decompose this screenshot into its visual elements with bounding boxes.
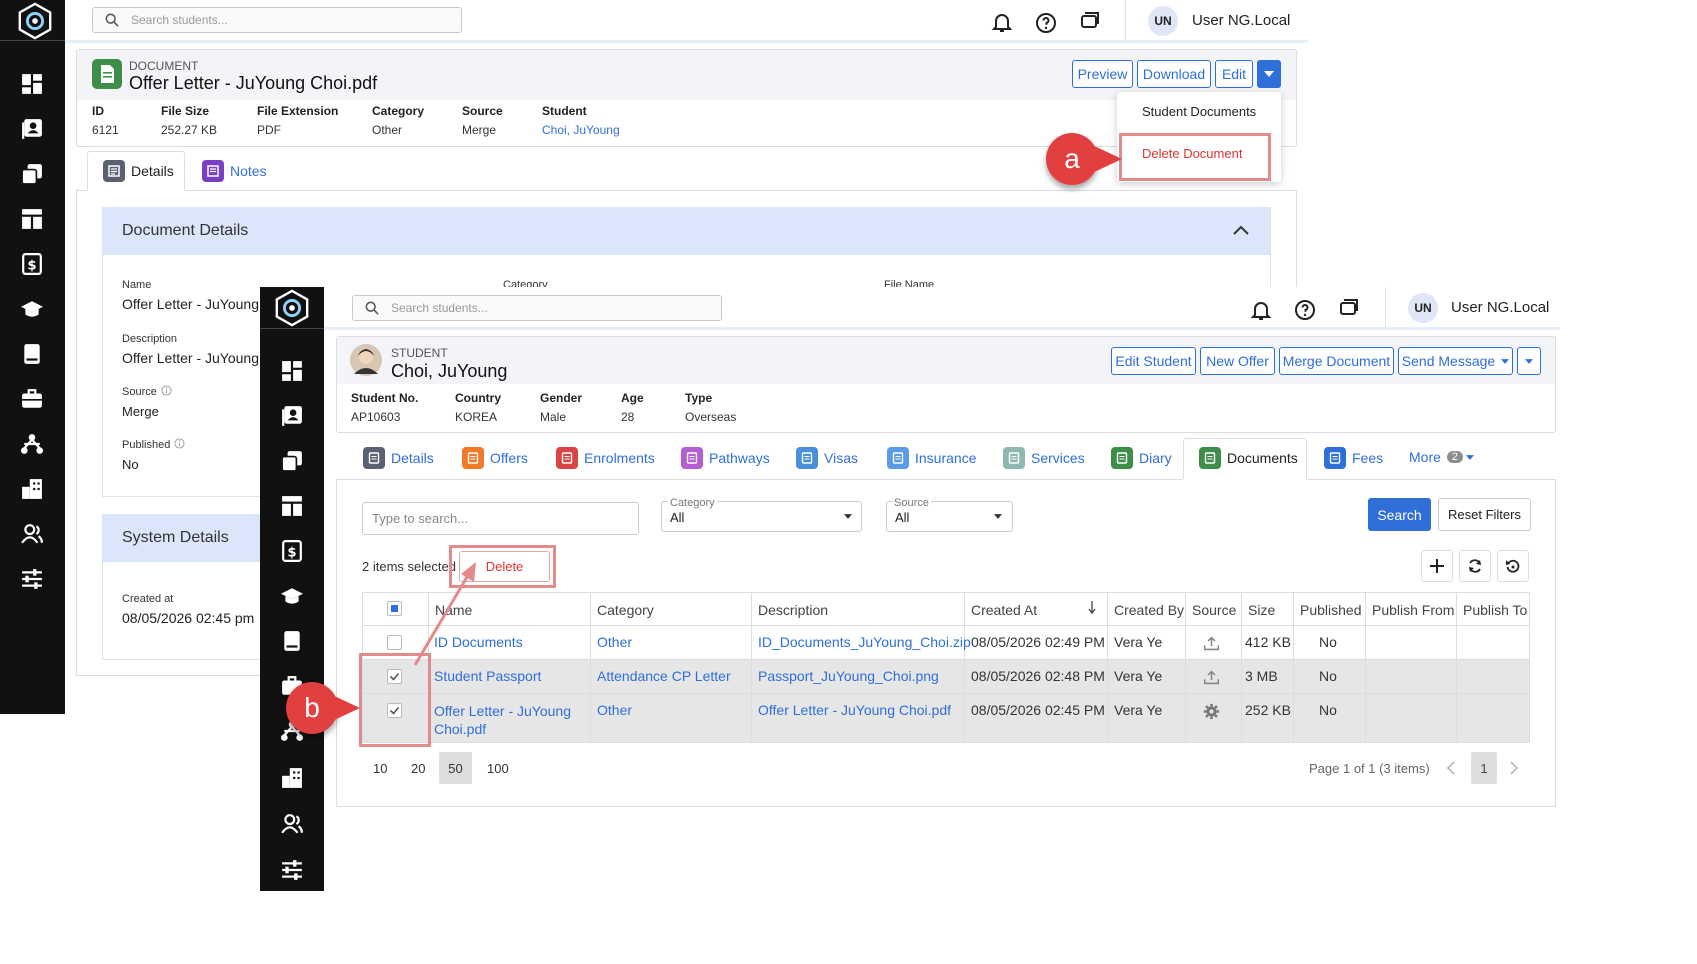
callout-b-pointer-icon — [330, 694, 360, 722]
callout-arrows — [413, 562, 476, 666]
